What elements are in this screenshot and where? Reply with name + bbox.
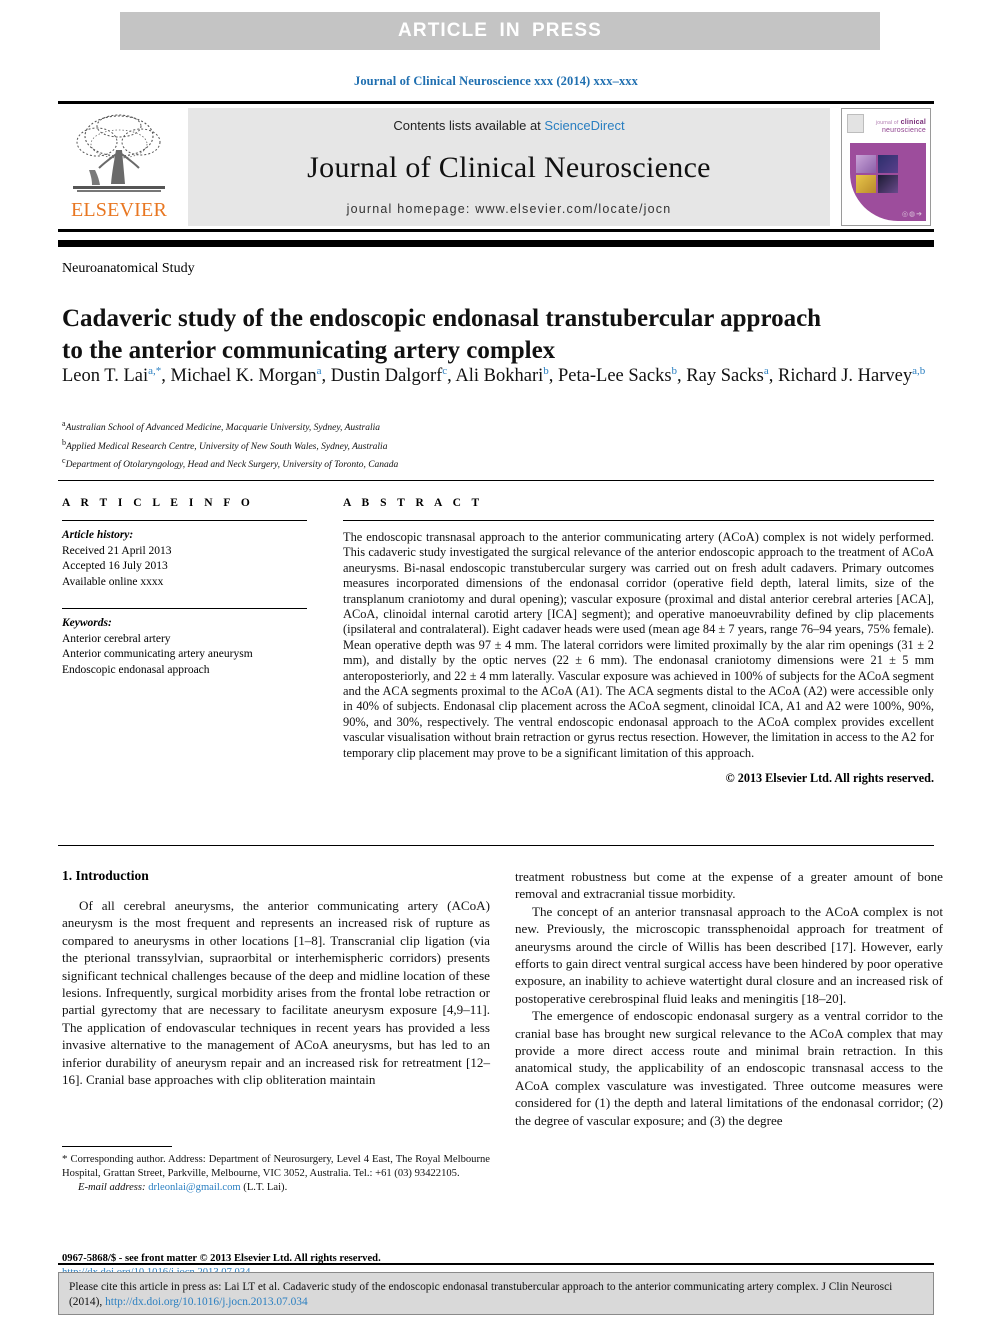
contents-prefix: Contents lists available at [393,118,545,133]
title-line-1: Cadaveric study of the endoscopic endona… [62,304,822,332]
affiliation-item: cDepartment of Otolaryngology, Head and … [62,454,662,473]
cite-this-article-box: Please cite this article in press as: La… [58,1272,934,1315]
journal-masthead: ELSEVIER Contents lists available at Sci… [58,101,934,232]
cover-title-prefix: journal of [875,120,899,126]
corresponding-author-footnote: * Corresponding author. Address: Departm… [62,1153,490,1195]
section-heading-introduction: 1. Introduction [62,868,149,883]
cite-doi-link[interactable]: http://dx.doi.org/10.1016/j.jocn.2013.07… [105,1296,308,1308]
article-info-section: A R T I C L E I N F O Article history: R… [62,497,307,678]
body-column-right: treatment robustness but come at the exp… [515,868,943,1129]
keywords-label: Keywords: [62,617,112,629]
email-label: E-mail address: [78,1182,146,1194]
author-name[interactable]: Dustin Dalgorf [331,366,443,386]
author-affiliation-mark: a,* [148,365,162,377]
paragraph: Of all cerebral aneurysms, the anterior … [62,898,490,1088]
cover-tile-3 [856,175,876,193]
author-affiliation-mark: a,b [912,365,926,377]
abstract-rule [343,520,934,521]
article-info-heading: A R T I C L E I N F O [62,497,254,509]
article-in-press-banner: ARTICLE IN PRESS [120,12,880,50]
paragraph: treatment robustness but come at the exp… [515,869,943,902]
affiliation-item: bApplied Medical Research Centre, Univer… [62,436,662,455]
author-name[interactable]: Peta-Lee Sacks [558,366,672,386]
author-name[interactable]: Ray Sacks [686,366,764,386]
abstract-heading: A B S T R A C T [343,497,484,509]
keywords-rule [62,608,307,609]
article-category: Neuroanatomical Study [62,261,195,276]
author-name[interactable]: Richard J. Harvey [778,366,912,386]
abstract-bottom-rule [58,845,934,846]
info-section-top-rule [58,480,934,481]
masthead-bottom-bar [58,240,934,247]
history-item: Available online xxxx [62,575,164,588]
keyword-item: Anterior communicating artery aneurysm [62,648,253,660]
keyword-item: Anterior cerebral artery [62,632,171,645]
cover-footer-icons: ◎◍➔ [901,210,923,218]
email-link[interactable]: drleonlai@gmail.com [148,1182,240,1193]
keywords-block: Keywords: Anterior cerebral artery Anter… [62,616,307,678]
keyword-item: Endoscopic endonasal approach [62,663,210,676]
running-head: Journal of Clinical Neuroscience xxx (20… [353,74,638,88]
cite-box-top-rule [58,1263,934,1265]
history-item: Received 21 April 2013 [62,544,172,557]
author-name[interactable]: Ali Bokhari [455,366,543,386]
affiliation-item: aAustralian School of Advanced Medicine,… [62,417,662,436]
article-history-label: Article history: [62,529,134,541]
body-column-left: 1. Introduction Of all cerebral aneurysm… [62,868,490,1088]
masthead-center-panel: Contents lists available at ScienceDirec… [188,108,830,226]
affiliation-text: Australian School of Advanced Medicine, … [65,423,380,434]
cover-tile-1 [856,155,876,173]
author-separator: , [677,366,687,387]
author-name[interactable]: Michael K. Morgan [171,366,317,386]
journal-homepage-link[interactable]: journal homepage: www.elsevier.com/locat… [347,202,672,216]
abstract-section: A B S T R A C T The endoscopic transnasa… [343,497,934,786]
cover-title-line1: clinical [900,119,926,126]
author-separator: , [161,366,171,387]
elsevier-tree-icon [73,114,165,192]
cover-image: journal of clinical neuroscience ◎◍➔ [841,108,931,226]
article-info-rule [62,520,307,521]
author-name[interactable]: Leon T. Lai [62,366,148,386]
footnote-divider [62,1146,172,1147]
contents-list-line: Contents lists available at ScienceDirec… [393,118,624,133]
author-list: Leon T. Laia,*, Michael K. Morgana, Dust… [62,358,932,390]
affiliation-text: Applied Medical Research Centre, Univers… [66,441,388,452]
affiliation-text: Department of Otolaryngology, Head and N… [65,460,399,471]
article-in-press-label: ARTICLE IN PRESS [398,20,602,41]
journal-title: Journal of Clinical Neuroscience [307,150,711,184]
history-item: Accepted 16 July 2013 [62,560,168,572]
paragraph: The emergence of endoscopic endonasal su… [515,1008,943,1128]
cover-title-line2: neuroscience [881,127,926,134]
elsevier-logo: ELSEVIER [58,108,180,226]
journal-cover-thumbnail: journal of clinical neuroscience ◎◍➔ [838,108,934,226]
elsevier-wordmark: ELSEVIER [70,199,168,221]
abstract-text: The endoscopic transnasal approach to th… [343,530,934,760]
author-separator: , [768,366,779,387]
paragraph: The concept of an anterior transnasal ap… [515,903,943,1006]
cover-title-text: journal of clinical neuroscience [876,119,926,135]
cover-stamp-icon [847,114,864,133]
author-separator: , [321,366,331,387]
article-history-block: Article history: Received 21 April 2013 … [62,528,307,590]
affiliation-list: aAustralian School of Advanced Medicine,… [62,417,662,473]
email-owner: (L.T. Lai). [240,1182,288,1194]
cover-tile-4 [878,175,898,193]
abstract-copyright: © 2013 Elsevier Ltd. All rights reserved… [725,771,934,786]
cover-image-grid [856,155,898,193]
author-separator: , [548,366,559,387]
cover-tile-2 [878,155,898,173]
sciencedirect-link[interactable]: ScienceDirect [544,118,624,133]
corresponding-author-text: Corresponding author. Address: Departmen… [62,1154,490,1179]
